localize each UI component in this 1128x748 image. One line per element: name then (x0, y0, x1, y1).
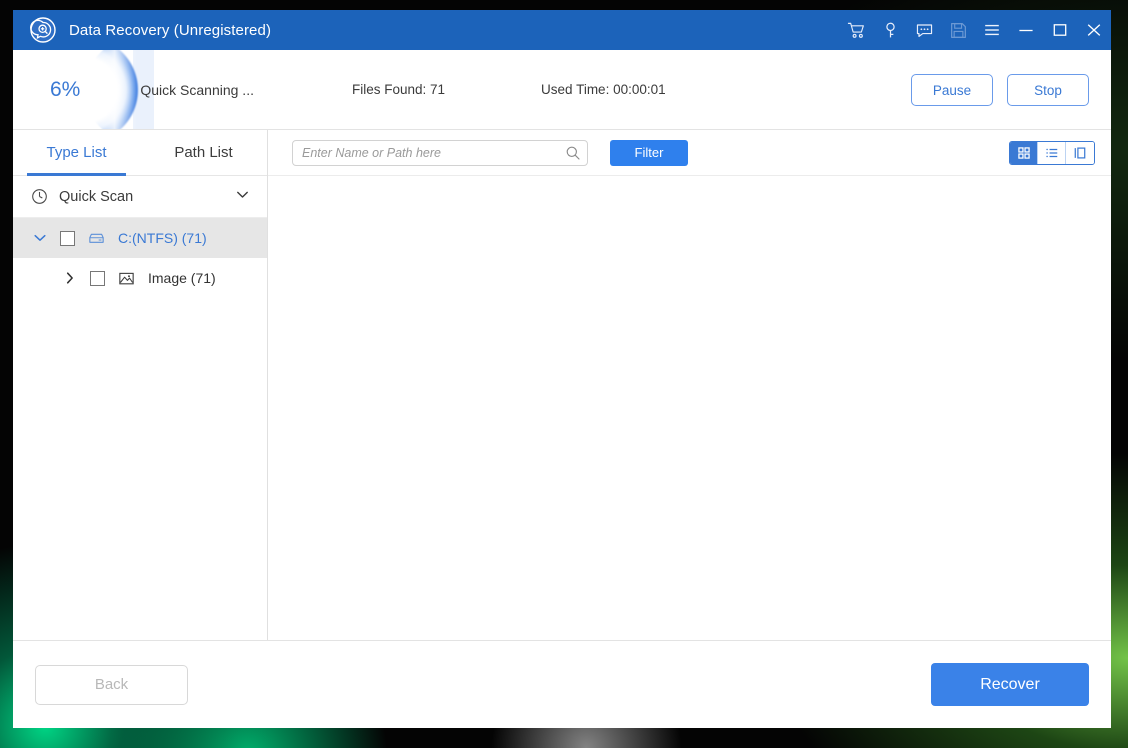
key-icon[interactable] (873, 10, 907, 50)
minimize-icon[interactable] (1009, 10, 1043, 50)
grid-view-button[interactable] (1010, 141, 1038, 164)
tree-node-image-checkbox[interactable] (90, 270, 105, 286)
tab-path-list-label: Path List (174, 144, 233, 161)
maximize-icon[interactable] (1043, 10, 1077, 50)
scan-progress-percent: 6% (50, 77, 81, 101)
title-bar[interactable]: Data Recovery (Unregistered) (13, 10, 1111, 50)
tab-type-list[interactable]: Type List (13, 130, 140, 176)
close-icon[interactable] (1077, 10, 1111, 50)
chevron-down-icon[interactable] (31, 229, 49, 247)
results-toolbar: Filter (268, 130, 1111, 176)
search-input[interactable] (292, 139, 588, 166)
chevron-down-icon[interactable] (234, 186, 251, 208)
data-recovery-logo-icon (30, 17, 56, 43)
chevron-right-icon[interactable] (61, 269, 79, 287)
tab-type-list-label: Type List (46, 144, 107, 161)
detail-view-button[interactable] (1066, 141, 1094, 164)
scan-mode-selector[interactable]: Quick Scan (13, 176, 267, 218)
scan-mode-label: Quick Scan (59, 188, 134, 205)
search-icon[interactable] (565, 145, 581, 161)
image-icon (117, 269, 136, 288)
main-panel: Filter (268, 130, 1111, 640)
filter-button[interactable]: Filter (610, 139, 688, 166)
view-mode-toggle (1009, 140, 1095, 165)
scan-action-buttons: Pause Stop (911, 50, 1089, 129)
drive-icon (87, 229, 106, 248)
titlebar-controls (839, 10, 1111, 50)
application-body: Type List Path List Quick Scan C:(NTFS) … (13, 130, 1111, 640)
cart-icon[interactable] (839, 10, 873, 50)
scan-progress-track (13, 50, 195, 129)
save-icon[interactable] (941, 10, 975, 50)
file-results-area[interactable] (268, 176, 1111, 640)
sidebar-tabs: Type List Path List (13, 130, 267, 176)
back-button[interactable]: Back (35, 664, 188, 705)
scan-status-text: Quick Scanning ... (140, 81, 254, 98)
sidebar: Type List Path List Quick Scan C:(NTFS) … (13, 130, 268, 640)
window-title: Data Recovery (Unregistered) (69, 21, 272, 39)
menu-icon[interactable] (975, 10, 1009, 50)
files-found-label: Files Found: 71 (351, 82, 446, 97)
footer-bar: Back Recover (13, 640, 1111, 728)
search-field-wrapper (292, 139, 588, 166)
tree-node-drive-label: C:(NTFS) (71) (118, 230, 207, 246)
tree-node-drive[interactable]: C:(NTFS) (71) (13, 218, 267, 258)
scan-status-header: 6% Quick Scanning ... Files Found: 71 Us… (13, 50, 1111, 130)
tree-node-image[interactable]: Image (71) (13, 258, 267, 298)
application-window: Data Recovery (Unregistered) 6% Quick Sc… (13, 10, 1111, 728)
stop-button[interactable]: Stop (1007, 74, 1089, 106)
recover-button[interactable]: Recover (931, 663, 1089, 706)
tree-node-image-label: Image (71) (148, 270, 216, 286)
pause-button[interactable]: Pause (911, 74, 993, 106)
scan-results-tree: C:(NTFS) (71) Image (71) (13, 218, 267, 298)
list-view-button[interactable] (1038, 141, 1066, 164)
chat-icon[interactable] (907, 10, 941, 50)
clock-icon (31, 188, 48, 205)
tab-path-list[interactable]: Path List (140, 130, 267, 175)
tree-node-drive-checkbox[interactable] (60, 230, 75, 246)
used-time-label: Used Time: 00:00:01 (541, 82, 666, 97)
